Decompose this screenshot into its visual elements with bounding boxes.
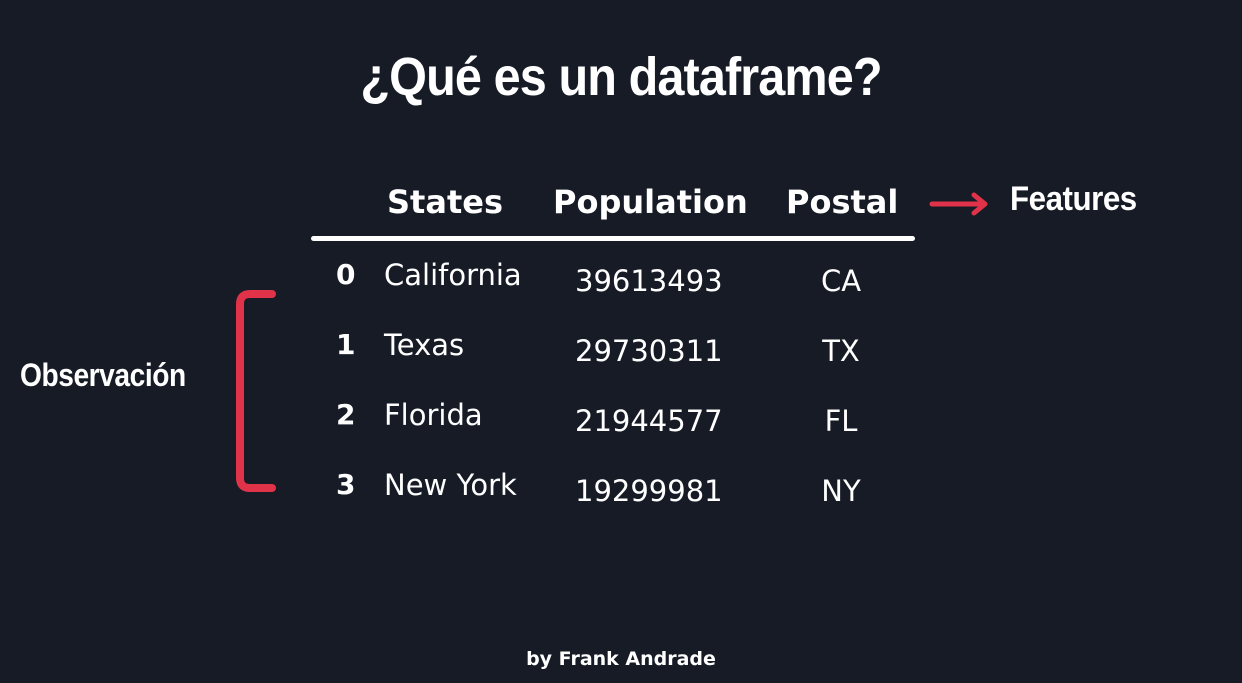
row-index: 0 <box>336 258 356 291</box>
table-row: 1 Texas 29730311 TX <box>0 328 1242 388</box>
row-index: 3 <box>336 468 356 501</box>
cell-state: New York <box>384 468 517 502</box>
cell-postal: FL <box>824 404 858 438</box>
cell-postal: TX <box>822 334 860 368</box>
slide-title: ¿Qué es un dataframe? <box>360 47 882 107</box>
column-header-states: States <box>387 183 503 221</box>
arrow-right-icon <box>929 192 988 216</box>
cell-population: 19299981 <box>575 474 723 508</box>
cell-postal: NY <box>821 474 861 508</box>
row-index: 2 <box>336 398 356 431</box>
row-index: 1 <box>336 328 356 361</box>
table-row: 0 California 39613493 CA <box>0 258 1242 318</box>
table-row: 3 New York 19299981 NY <box>0 468 1242 528</box>
cell-state: Florida <box>384 398 483 432</box>
table-row: 2 Florida 21944577 FL <box>0 398 1242 458</box>
column-header-population: Population <box>553 183 748 221</box>
cell-population: 29730311 <box>575 334 723 368</box>
header-divider <box>311 236 915 241</box>
cell-postal: CA <box>820 264 862 298</box>
column-header-postal: Postal <box>786 183 899 221</box>
left-bracket-icon <box>236 290 276 492</box>
cell-state: California <box>384 258 522 292</box>
cell-state: Texas <box>384 328 465 362</box>
cell-population: 39613493 <box>575 264 723 298</box>
features-label: Features <box>1010 180 1137 218</box>
author-credit: by Frank Andrade <box>526 648 716 670</box>
cell-population: 21944577 <box>575 404 723 438</box>
